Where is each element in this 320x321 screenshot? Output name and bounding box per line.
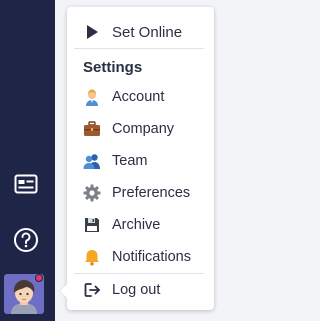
- id-card-button[interactable]: [6, 164, 46, 204]
- menu-item-company[interactable]: Company: [83, 117, 206, 141]
- logout-label: Log out: [112, 282, 161, 298]
- bell-icon: [83, 248, 101, 266]
- user-avatar-button[interactable]: [4, 274, 44, 314]
- menu-item-label: Preferences: [112, 185, 191, 201]
- user-dropdown-menu: Set Online Settings Account Company Team…: [60, 7, 214, 310]
- notification-dot: [35, 274, 43, 282]
- menu-item-label: Company: [112, 121, 175, 137]
- menu-item-label: Team: [112, 153, 148, 169]
- sidebar: [0, 0, 55, 321]
- menu-item-label: Notifications: [112, 249, 191, 265]
- play-icon: [83, 23, 101, 41]
- menu-item-team[interactable]: Team: [83, 149, 206, 173]
- briefcase-icon: [83, 120, 101, 138]
- menu-item-label: Account: [112, 89, 165, 105]
- settings-heading: Settings: [83, 59, 143, 76]
- account-icon: [83, 88, 101, 106]
- logout-icon: [83, 281, 101, 299]
- logout-item[interactable]: Log out: [83, 278, 206, 302]
- set-online-label: Set Online: [112, 23, 183, 41]
- menu-item-preferences[interactable]: Preferences: [83, 181, 206, 205]
- floppy-disk-icon: [83, 216, 101, 234]
- help-button[interactable]: [6, 220, 46, 260]
- id-card-icon: [14, 174, 38, 194]
- menu-pointer-arrow: [60, 284, 67, 298]
- menu-divider: [74, 273, 204, 274]
- set-online-item[interactable]: Set Online: [83, 20, 206, 44]
- team-icon: [83, 152, 101, 170]
- gear-icon: [83, 184, 101, 202]
- help-icon: [14, 228, 38, 252]
- menu-divider: [74, 48, 204, 49]
- menu-item-account[interactable]: Account: [83, 85, 206, 109]
- avatar-face-icon: [11, 280, 37, 314]
- menu-item-label: Archive: [112, 217, 161, 233]
- menu-item-archive[interactable]: Archive: [83, 213, 206, 237]
- menu-item-notifications[interactable]: Notifications: [83, 245, 206, 269]
